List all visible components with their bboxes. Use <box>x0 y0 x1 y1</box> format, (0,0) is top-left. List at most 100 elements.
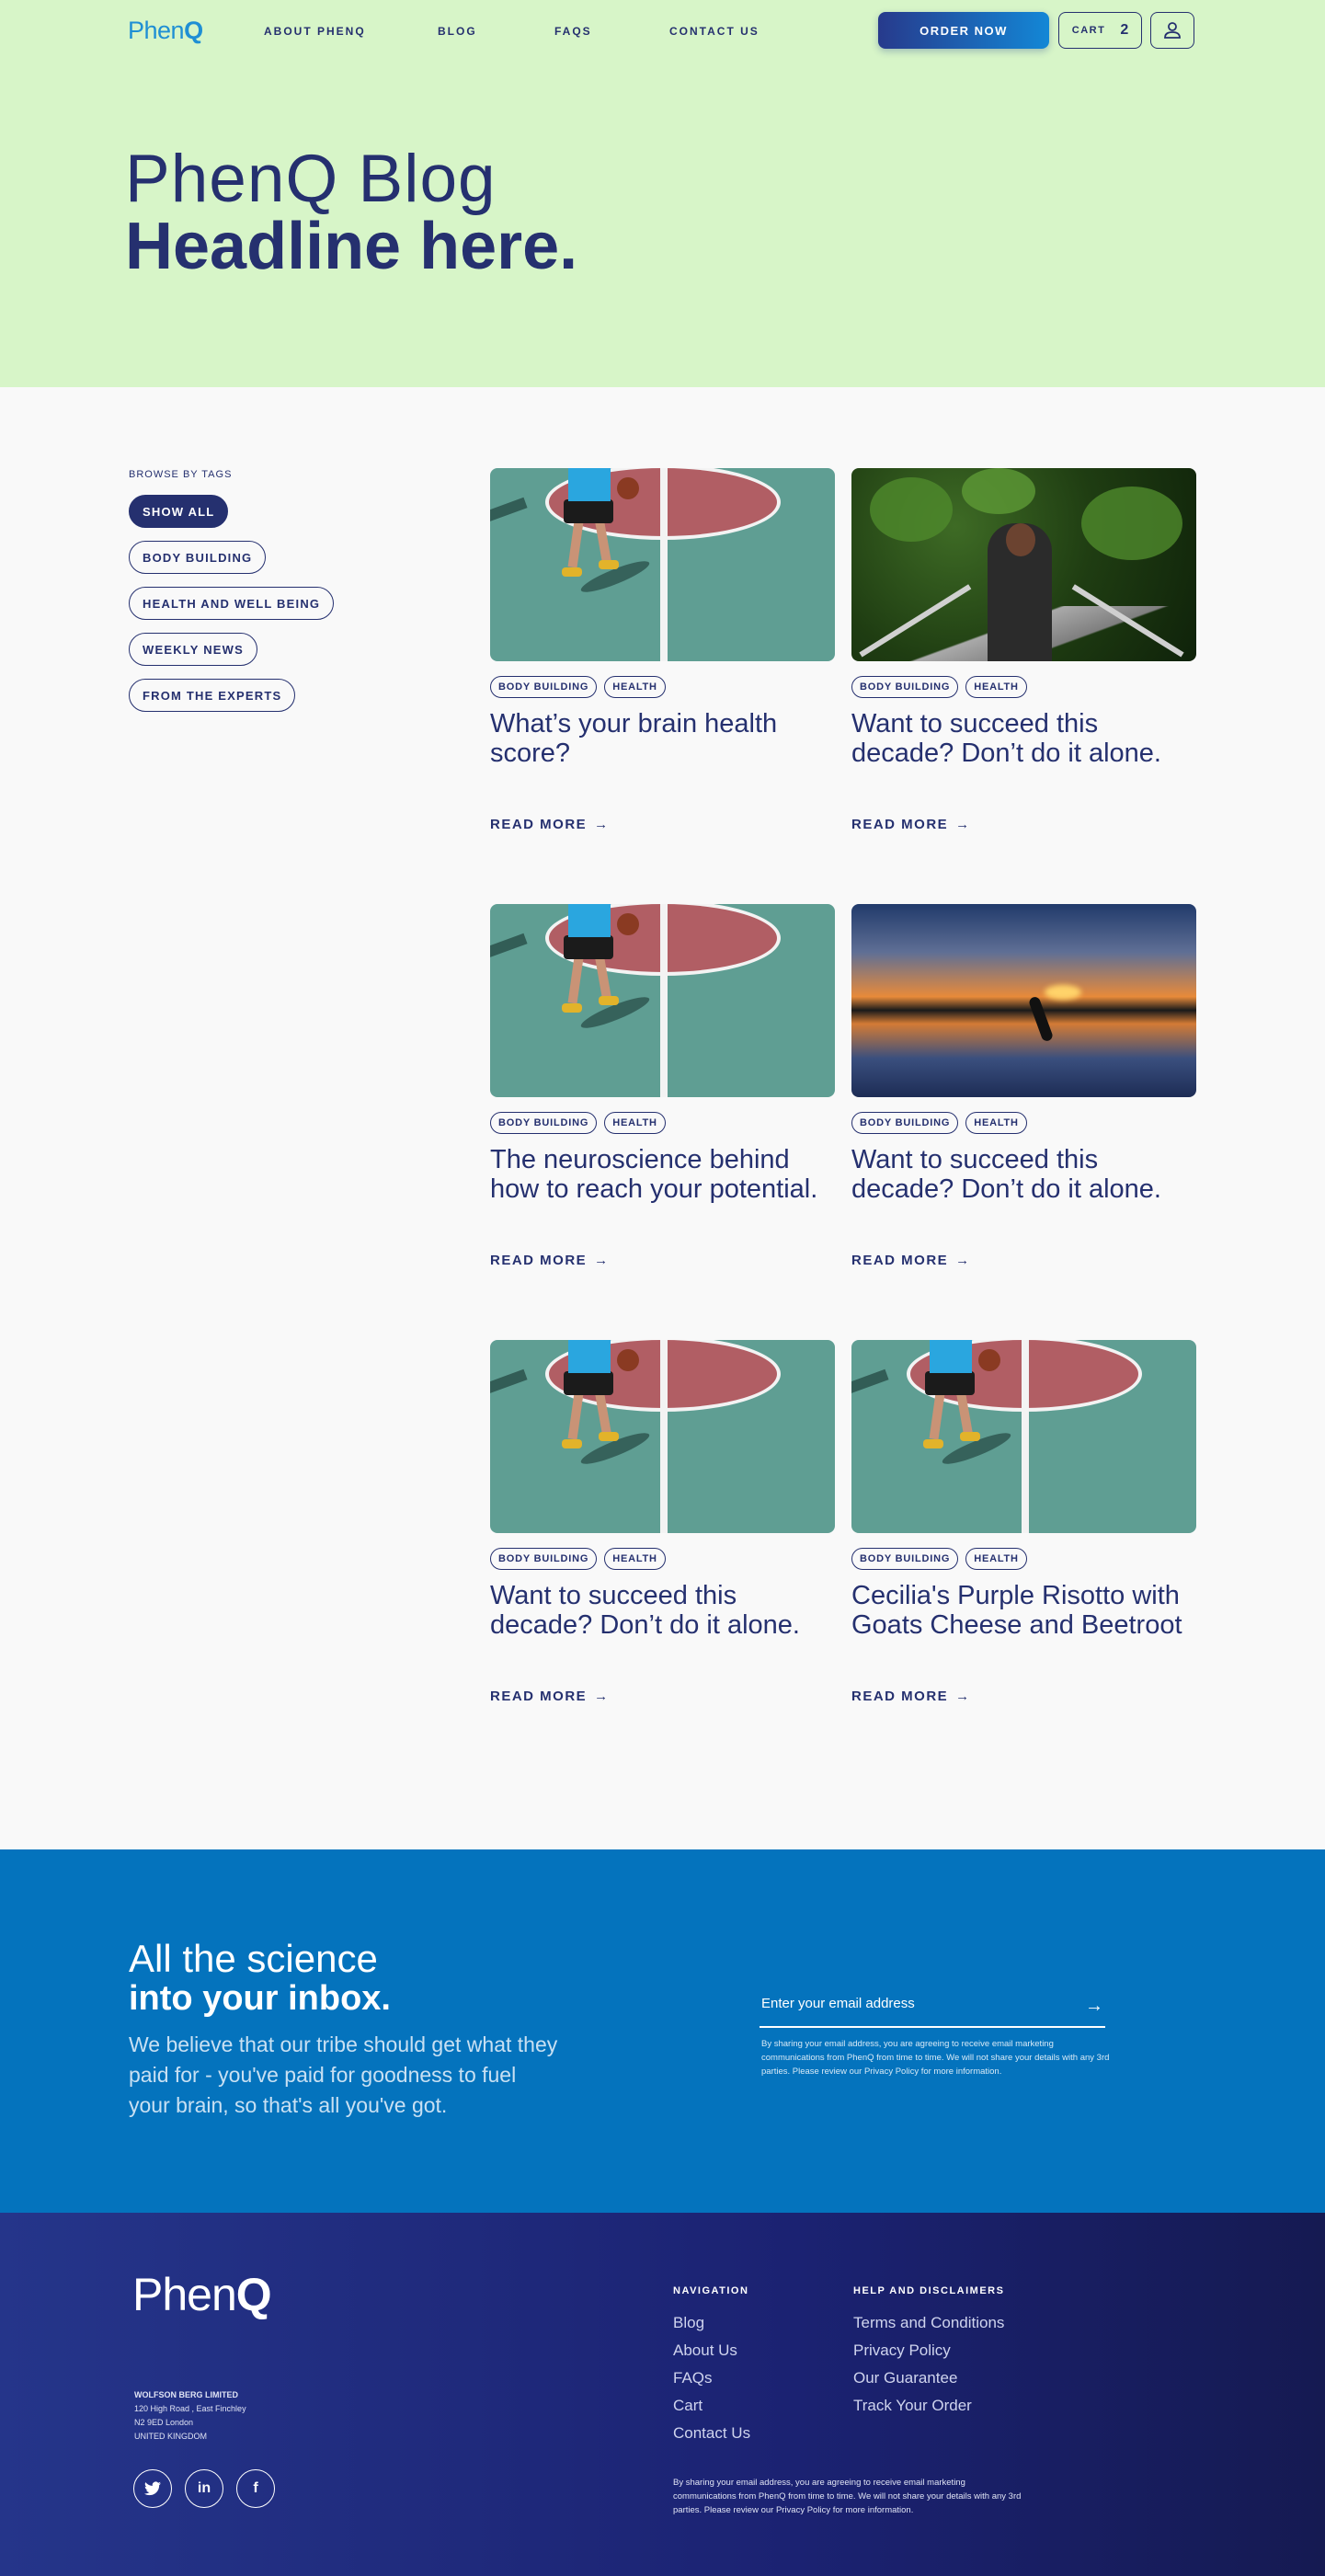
post-title[interactable]: The neuroscience behind how to reach you… <box>490 1145 830 1204</box>
post-title[interactable]: Want to succeed this decade? Don’t do it… <box>851 709 1192 768</box>
newsletter-section: All the science into your inbox. We beli… <box>0 1849 1325 2213</box>
address-line: UNITED KINGDOM <box>134 2432 208 2441</box>
tag-filter-experts[interactable]: FROM THE EXPERTS <box>129 679 296 712</box>
submit-arrow-icon[interactable]: → <box>1085 1996 1103 2017</box>
footer-navigation-title: NAVIGATION <box>673 2285 749 2296</box>
footer-link-privacy[interactable]: Privacy Policy <box>853 2341 951 2360</box>
read-more-label: READ MORE <box>851 817 949 832</box>
cart-count: 2 <box>1120 22 1129 38</box>
read-more-label: READ MORE <box>490 1689 588 1704</box>
post-image-basketball[interactable] <box>490 904 835 1097</box>
nav-link-contact[interactable]: CONTACT US <box>669 25 760 38</box>
post-tag[interactable]: HEALTH <box>604 1112 666 1134</box>
blog-post-card[interactable]: BODY BUILDING HEALTH Want to succeed this… <box>851 468 1196 832</box>
footer-link-faqs[interactable]: FAQs <box>673 2369 713 2387</box>
post-title[interactable]: What’s your brain health score? <box>490 709 830 768</box>
logo[interactable]: PhenQ <box>128 17 203 45</box>
post-tag[interactable]: HEALTH <box>965 1112 1027 1134</box>
footer-link-track-order[interactable]: Track Your Order <box>853 2397 972 2415</box>
post-title[interactable]: Want to succeed this decade? Don’t do it… <box>851 1145 1192 1204</box>
post-tag[interactable]: HEALTH <box>965 676 1027 698</box>
post-image-basketball[interactable] <box>851 1340 1196 1533</box>
tag-filter-weekly-news[interactable]: WEEKLY NEWS <box>129 633 257 666</box>
footer: PhenQ WOLFSON BERG LIMITED 120 High Road… <box>0 2213 1325 2576</box>
post-image-forest-hiker[interactable] <box>851 468 1196 661</box>
read-more-link[interactable]: READ MORE → <box>490 817 610 832</box>
post-title[interactable]: Cecilia's Purple Risotto with Goats Chee… <box>851 1581 1192 1640</box>
footer-link-contact[interactable]: Contact Us <box>673 2424 750 2443</box>
nav-link-faqs[interactable]: FAQS <box>554 25 592 38</box>
account-button[interactable] <box>1150 12 1194 49</box>
footer-link-guarantee[interactable]: Our Guarantee <box>853 2369 957 2387</box>
footer-help-title: HELP AND DISCLAIMERS <box>853 2285 1005 2296</box>
nav-link-about[interactable]: ABOUT PHENQ <box>264 25 366 38</box>
post-tag[interactable]: BODY BUILDING <box>490 676 598 698</box>
arrow-right-icon: → <box>955 1253 971 1268</box>
hero-section: PhenQ ABOUT PHENQ BLOG FAQS CONTACT US O… <box>0 0 1325 387</box>
email-input[interactable]: Enter your email address <box>761 1996 915 2011</box>
post-title[interactable]: Want to succeed this decade? Don’t do it… <box>490 1581 830 1640</box>
twitter-icon[interactable] <box>133 2469 172 2508</box>
arrow-right-icon: → <box>955 1689 971 1704</box>
arrow-right-icon: → <box>955 817 971 832</box>
newsletter-disclaimer: By sharing your email address, you are a… <box>761 2039 1110 2077</box>
logo-light-text: Phen <box>128 17 185 44</box>
footer-link-about[interactable]: About Us <box>673 2341 737 2360</box>
order-now-button[interactable]: ORDER NOW <box>878 12 1049 49</box>
newsletter-heading-bold: into your inbox. <box>129 1979 391 2018</box>
company-name: WOLFSON BERG LIMITED <box>134 2390 238 2399</box>
read-more-link[interactable]: READ MORE → <box>490 1689 610 1704</box>
nav-link-blog[interactable]: BLOG <box>438 25 477 38</box>
post-tag[interactable]: HEALTH <box>604 676 666 698</box>
post-tag[interactable]: BODY BUILDING <box>851 676 959 698</box>
post-tag[interactable]: BODY BUILDING <box>490 1548 598 1570</box>
linkedin-icon[interactable]: in <box>185 2469 223 2508</box>
arrow-right-icon: → <box>594 817 610 832</box>
read-more-link[interactable]: READ MORE → <box>851 1253 971 1268</box>
hero-subtitle: Headline here. <box>125 210 578 283</box>
hero-title: PhenQ Blog <box>125 142 497 216</box>
arrow-right-icon: → <box>594 1253 610 1268</box>
cart-label: CART <box>1071 25 1106 36</box>
post-tag[interactable]: BODY BUILDING <box>851 1112 959 1134</box>
cart-button[interactable]: CART 2 <box>1058 12 1142 49</box>
blog-post-card[interactable]: BODY BUILDING HEALTH What’s your brain he… <box>490 468 835 832</box>
post-tag[interactable]: HEALTH <box>965 1548 1027 1570</box>
read-more-label: READ MORE <box>851 1253 949 1268</box>
read-more-link[interactable]: READ MORE → <box>490 1253 610 1268</box>
facebook-icon[interactable]: f <box>236 2469 275 2508</box>
read-more-label: READ MORE <box>490 817 588 832</box>
footer-logo-light: Phen <box>132 2269 237 2320</box>
user-icon <box>1164 22 1181 39</box>
arrow-right-icon: → <box>594 1689 610 1704</box>
newsletter-body: We believe that our tribe should get wha… <box>129 2032 558 2117</box>
post-image-basketball[interactable] <box>490 468 835 661</box>
post-tag[interactable]: BODY BUILDING <box>490 1112 598 1134</box>
blog-post-card[interactable]: BODY BUILDING HEALTH Want to succeed this… <box>490 1340 835 1704</box>
blog-post-card[interactable]: BODY BUILDING HEALTH Cecilia's Purple Ris… <box>851 1340 1196 1704</box>
footer-disclaimer: By sharing your email address, you are a… <box>673 2478 1022 2515</box>
post-image-basketball[interactable] <box>490 1340 835 1533</box>
footer-link-terms[interactable]: Terms and Conditions <box>853 2314 1004 2332</box>
read-more-link[interactable]: READ MORE → <box>851 817 971 832</box>
tag-filter-health-wellbeing[interactable]: HEALTH AND WELL BEING <box>129 587 335 620</box>
company-address: WOLFSON BERG LIMITED 120 High Road , Eas… <box>134 2388 246 2444</box>
blog-post-card[interactable]: BODY BUILDING HEALTH The neuroscience beh… <box>490 904 835 1268</box>
address-line: N2 9ED London <box>134 2418 194 2427</box>
footer-link-blog[interactable]: Blog <box>673 2314 704 2332</box>
post-tag[interactable]: BODY BUILDING <box>851 1548 959 1570</box>
top-nav: PhenQ ABOUT PHENQ BLOG FAQS CONTACT US O… <box>0 0 1325 61</box>
browse-tags-title: BROWSE BY TAGS <box>129 469 233 480</box>
post-tag[interactable]: HEALTH <box>604 1548 666 1570</box>
footer-logo[interactable]: PhenQ <box>132 2268 272 2321</box>
logo-bold-text: Q <box>184 17 203 44</box>
tag-filter-show-all[interactable]: SHOW ALL <box>129 495 229 528</box>
blog-post-card[interactable]: BODY BUILDING HEALTH Want to succeed this… <box>851 904 1196 1268</box>
footer-link-cart[interactable]: Cart <box>673 2397 702 2415</box>
read-more-link[interactable]: READ MORE → <box>851 1689 971 1704</box>
newsletter-heading: All the science <box>129 1937 378 1980</box>
tag-filter-body-building[interactable]: BODY BUILDING <box>129 541 267 574</box>
read-more-label: READ MORE <box>490 1253 588 1268</box>
read-more-label: READ MORE <box>851 1689 949 1704</box>
post-image-sunset-lake[interactable] <box>851 904 1196 1097</box>
